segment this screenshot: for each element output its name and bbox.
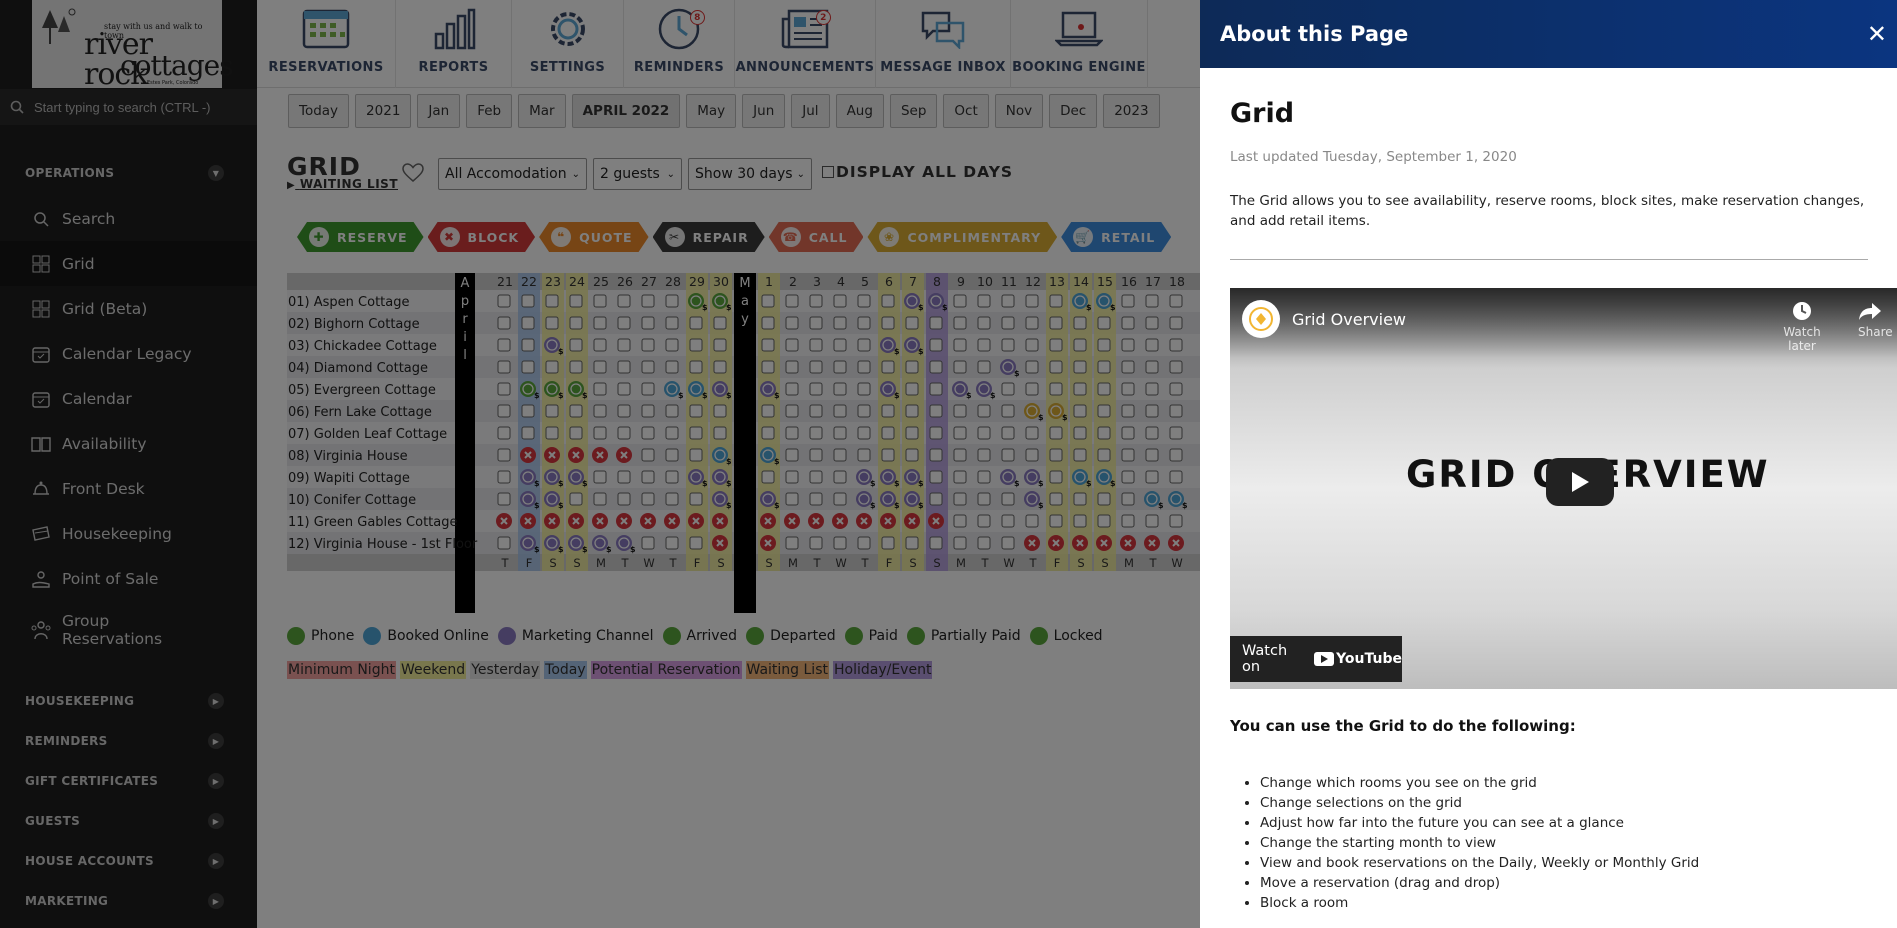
watch-later-button[interactable]: Watch later xyxy=(1772,300,1832,353)
youtube-play-icon xyxy=(1314,652,1335,666)
feature-item: Change selections on the grid xyxy=(1260,793,1867,813)
panel-title: Grid xyxy=(1230,98,1295,129)
play-icon xyxy=(1572,472,1589,492)
feature-list: Change which rooms you see on the gridCh… xyxy=(1230,773,1867,913)
panel-header: About this Page ✕ xyxy=(1200,0,1897,68)
close-icon[interactable]: ✕ xyxy=(1867,20,1887,48)
share-icon xyxy=(1859,303,1881,320)
feature-item: Adjust how far into the future you can s… xyxy=(1260,813,1867,833)
last-updated: Last updated Tuesday, September 1, 2020 xyxy=(1230,149,1517,165)
video-title[interactable]: Grid Overview xyxy=(1292,310,1406,329)
watch-later-label: Watch later xyxy=(1783,325,1821,353)
channel-logo-icon[interactable] xyxy=(1242,300,1280,338)
play-button[interactable] xyxy=(1546,458,1614,506)
panel-subheading: You can use the Grid to do the following… xyxy=(1230,717,1576,735)
about-panel: About this Page ✕ Grid Last updated Tues… xyxy=(1200,0,1897,928)
video-player[interactable]: Grid Overview Watch later Share GRID OVE… xyxy=(1230,288,1897,689)
youtube-label: YouTube xyxy=(1336,651,1402,667)
share-button[interactable]: Share xyxy=(1858,300,1897,339)
feature-item: Change which rooms you see on the grid xyxy=(1260,773,1867,793)
youtube-logo: YouTube xyxy=(1314,651,1402,667)
watch-on-youtube[interactable]: Watch on YouTube xyxy=(1230,636,1402,682)
panel-description: The Grid allows you to see availability,… xyxy=(1230,191,1868,260)
feature-item: Change the starting month to view xyxy=(1260,833,1867,853)
share-label: Share xyxy=(1858,325,1893,339)
clock-icon xyxy=(1793,302,1811,320)
modal-overlay[interactable] xyxy=(0,0,1200,928)
feature-item: Block a room xyxy=(1260,893,1867,913)
feature-item: View and book reservations on the Daily,… xyxy=(1260,853,1867,873)
panel-header-title: About this Page xyxy=(1220,22,1409,46)
watch-on-label: Watch on xyxy=(1242,643,1288,675)
feature-item: Move a reservation (drag and drop) xyxy=(1260,873,1867,893)
